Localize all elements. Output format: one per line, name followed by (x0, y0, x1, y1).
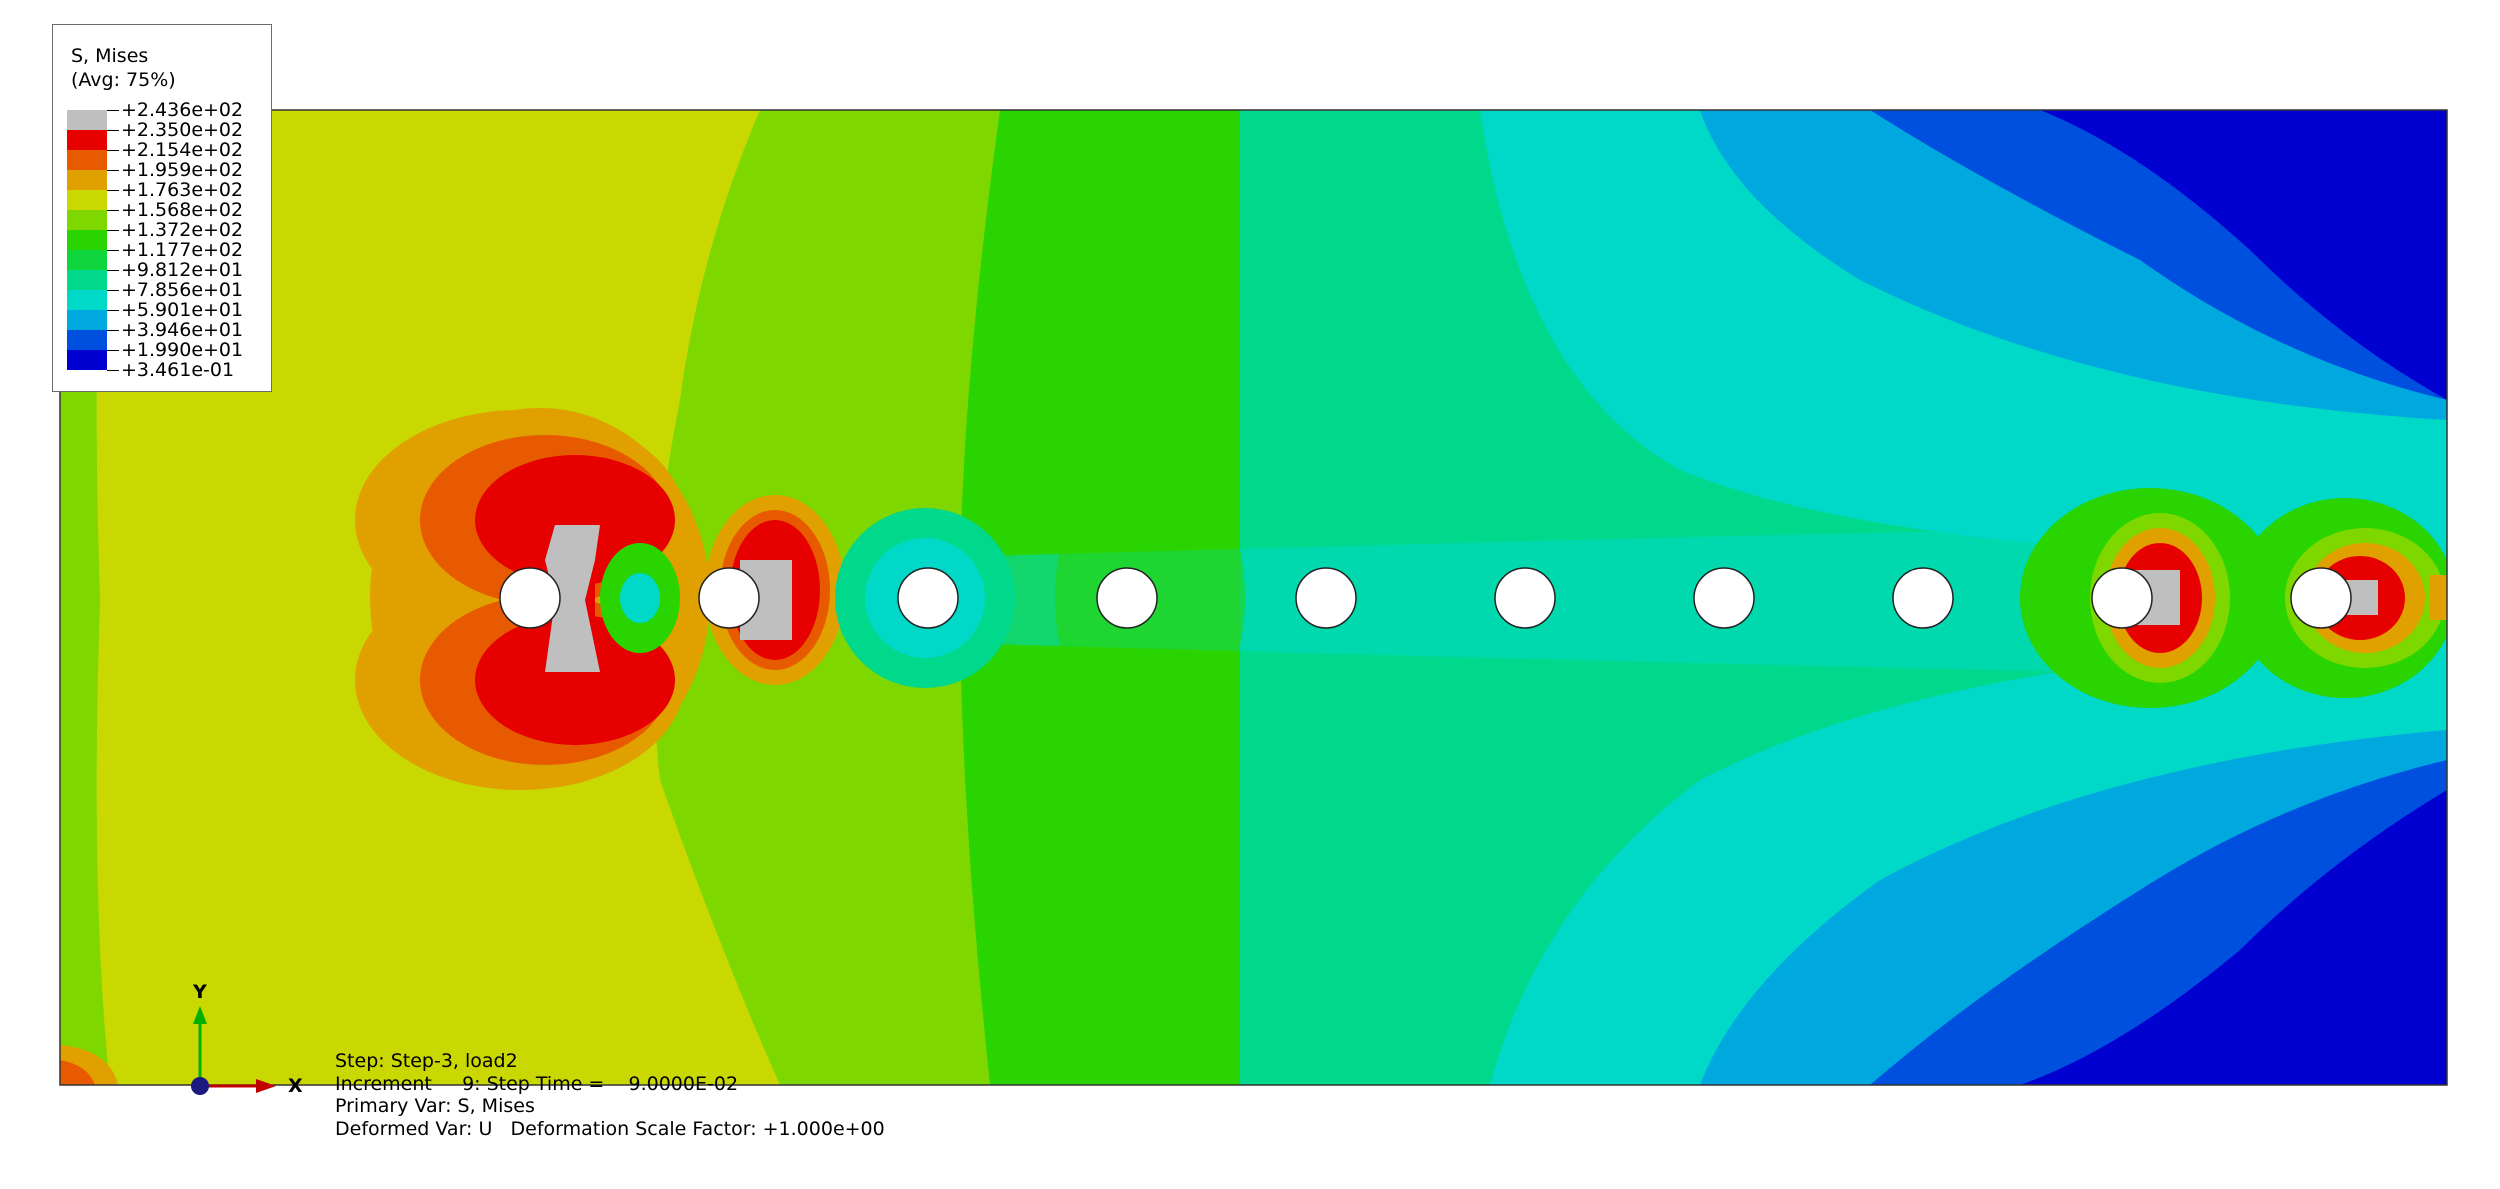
y-axis-label: Y (192, 981, 207, 1003)
legend-tick-mark (107, 290, 119, 291)
legend-tick-label: +5.901e+01 (121, 299, 244, 321)
legend-tick-mark (107, 110, 119, 111)
x-axis-label: X (288, 1075, 303, 1097)
legend-swatch (67, 350, 107, 370)
legend-swatch (67, 170, 107, 190)
legend-tick-mark (107, 230, 119, 231)
step-info-block: Step: Step-3, load2 Increment 9: Step Tim… (335, 1050, 885, 1140)
legend-tick-label: +3.461e-01 (121, 359, 235, 381)
legend-swatch (67, 290, 107, 310)
hole (1295, 567, 1357, 629)
legend-tick-label: +2.154e+02 (121, 139, 244, 161)
hole (2091, 567, 2153, 629)
x-arrow-icon (256, 1079, 276, 1093)
legend-tick-mark (107, 130, 119, 131)
legend-swatch (67, 190, 107, 210)
legend-swatch (67, 130, 107, 150)
legend-tick-label: +1.990e+01 (121, 339, 244, 361)
legend-swatch (67, 270, 107, 290)
hole (499, 567, 561, 629)
legend-tick-label: +2.436e+02 (121, 99, 244, 121)
origin-dot-icon (191, 1077, 209, 1095)
hole (2290, 567, 2352, 629)
legend-tick-label: +7.856e+01 (121, 279, 244, 301)
legend-tick-mark (107, 190, 119, 191)
legend-tick-mark (107, 170, 119, 171)
legend-tick-mark (107, 250, 119, 251)
legend-swatch (67, 110, 107, 130)
legend-swatch (67, 210, 107, 230)
legend-tick-label: +2.350e+02 (121, 119, 244, 141)
legend-panel[interactable]: S, Mises (Avg: 75%) +2.436e+02 +2.350e+02… (52, 24, 272, 392)
legend-tick-mark (107, 150, 119, 151)
legend-tick-mark (107, 350, 119, 351)
legend-swatch (67, 250, 107, 270)
legend-tick-label: +1.568e+02 (121, 199, 244, 221)
contour-viewport[interactable] (0, 0, 2500, 1189)
legend-tick-label: +1.763e+02 (121, 179, 244, 201)
deformed-var-line: Deformed Var: U Deformation Scale Factor… (335, 1117, 885, 1140)
step-line: Step: Step-3, load2 (335, 1050, 518, 1072)
legend-swatch (67, 230, 107, 250)
y-arrow-icon (193, 1006, 207, 1024)
legend-swatch (67, 310, 107, 330)
hole (1096, 567, 1158, 629)
primary-var-line: Primary Var: S, Mises (335, 1095, 535, 1117)
legend-tick-label: +1.177e+02 (121, 239, 244, 261)
hole (698, 567, 760, 629)
legend-subtitle: (Avg: 75%) (71, 69, 176, 91)
legend-swatch (67, 150, 107, 170)
legend-tick-mark (107, 370, 119, 371)
hole (897, 567, 959, 629)
increment-line: Increment 9: Step Time = 9.0000E-02 (335, 1072, 739, 1095)
hole (1892, 567, 1954, 629)
legend-tick-mark (107, 330, 119, 331)
hole (1494, 567, 1556, 629)
legend-tick-label: +1.372e+02 (121, 219, 244, 241)
legend-title: S, Mises (71, 45, 149, 67)
legend-tick-mark (107, 210, 119, 211)
legend-swatch (67, 330, 107, 350)
legend-tick-mark (107, 310, 119, 311)
legend-color-bar (67, 110, 107, 370)
legend-tick-mark (107, 270, 119, 271)
legend-tick-label: +9.812e+01 (121, 259, 244, 281)
hole (1693, 567, 1755, 629)
legend-tick-label: +1.959e+02 (121, 159, 244, 181)
axis-triad: Y X (191, 981, 303, 1097)
legend-tick-label: +3.946e+01 (121, 319, 244, 341)
